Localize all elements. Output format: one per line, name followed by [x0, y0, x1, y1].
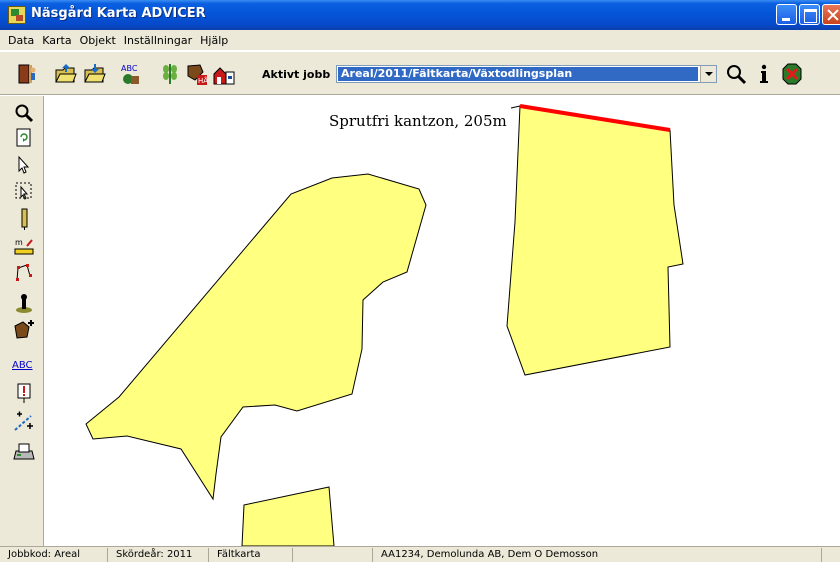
svg-text:HÅ: HÅ	[198, 76, 208, 85]
open-folder-icon[interactable]	[54, 62, 78, 86]
save-folder-icon[interactable]	[83, 62, 107, 86]
left-toolbar: m ABC	[0, 96, 44, 546]
status-empty	[297, 548, 373, 562]
stop-icon[interactable]	[780, 62, 804, 86]
add-field-icon[interactable]	[13, 318, 35, 340]
close-button[interactable]	[822, 4, 840, 25]
chevron-down-icon[interactable]	[700, 66, 716, 82]
field-polygon-bottom[interactable]	[241, 486, 335, 546]
menu-bar: Data Karta Objekt Inställningar Hjälp	[0, 30, 840, 50]
active-job-label: Aktivt jobb	[262, 68, 331, 81]
status-job-code: Jobbkod: Areal	[4, 548, 108, 562]
field-polygon-left[interactable]	[85, 173, 427, 501]
farm-icon[interactable]	[212, 62, 236, 86]
polygon-edit-icon[interactable]	[13, 262, 35, 284]
warning-marker-icon[interactable]	[13, 382, 35, 404]
menu-karta[interactable]: Karta	[38, 34, 75, 47]
status-bar: Jobbkod: Areal Skördeår: 2011 Fältkarta …	[0, 546, 840, 562]
marker-icon[interactable]	[13, 292, 35, 314]
measure-icon[interactable]: m	[13, 236, 35, 258]
menu-objekt[interactable]: Objekt	[76, 34, 120, 47]
menu-data[interactable]: Data	[4, 34, 38, 47]
ruler-icon[interactable]	[13, 208, 35, 230]
menu-hjalp[interactable]: Hjälp	[196, 34, 232, 47]
window-title: Näsgård Karta ADVICER	[31, 6, 206, 21]
svg-text:m: m	[15, 238, 23, 247]
app-icon	[8, 6, 26, 24]
crop-icon[interactable]	[158, 62, 182, 86]
info-icon[interactable]	[752, 62, 776, 86]
status-customer: AA1234, Demolunda AB, Dem O Demosson	[377, 548, 822, 562]
refresh-icon[interactable]	[13, 127, 35, 149]
title-bar[interactable]: Näsgård Karta ADVICER	[0, 0, 840, 30]
abc-label-icon[interactable]: ABC	[119, 62, 143, 86]
buffer-zone-label: Sprutfri kantzon, 205m	[329, 112, 507, 130]
map-canvas[interactable]: Sprutfri kantzon, 205m	[45, 96, 840, 546]
toolbar: ABC HÅ Aktivt jobb Areal/2011/Fältkarta/…	[0, 51, 840, 95]
status-map-type: Fältkarta	[213, 548, 293, 562]
add-line-icon[interactable]	[13, 410, 35, 432]
select-area-icon[interactable]	[13, 180, 35, 202]
field-polygon-right[interactable]	[506, 105, 684, 376]
abc-text-icon[interactable]: ABC	[12, 360, 33, 371]
active-job-value: Areal/2011/Fältkarta/Växtodlingsplan	[338, 67, 698, 81]
status-harvest-year: Skördeår: 2011	[112, 548, 209, 562]
menu-installningar[interactable]: Inställningar	[120, 34, 196, 47]
zoom-icon[interactable]	[13, 102, 35, 124]
maximize-button[interactable]	[799, 4, 820, 25]
active-job-select[interactable]: Areal/2011/Fältkarta/Växtodlingsplan	[336, 65, 717, 83]
minimize-button[interactable]	[776, 4, 797, 25]
field-map-icon[interactable]: HÅ	[185, 62, 209, 86]
search-icon[interactable]	[724, 62, 748, 86]
print-icon[interactable]	[13, 441, 35, 463]
svg-text:ABC: ABC	[121, 64, 138, 73]
exit-icon[interactable]	[16, 62, 40, 86]
pointer-icon[interactable]	[13, 154, 35, 176]
